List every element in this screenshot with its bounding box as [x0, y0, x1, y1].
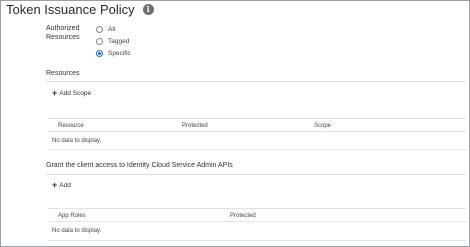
radio-button-all[interactable] — [96, 25, 103, 33]
plus-icon: + — [52, 180, 58, 190]
resources-empty-message: No data to display. — [52, 138, 102, 144]
radio-option-all[interactable]: All — [96, 23, 131, 35]
radio-button-specific[interactable] — [96, 49, 103, 57]
radio-label-tagged: Tagged — [108, 37, 130, 45]
resources-divider — [46, 81, 466, 82]
grant-section-title: Grant the client access to Identity Clou… — [46, 162, 233, 169]
page-title-row: Token Issuance Policy i — [6, 2, 154, 17]
grant-table-header: App Roles Protected — [48, 208, 466, 222]
radio-label-specific: Specific — [108, 49, 131, 57]
grant-empty-message: No data to display. — [52, 228, 102, 234]
page-title: Token Issuance Policy — [6, 2, 135, 17]
resources-section-title: Resources — [46, 70, 80, 77]
resources-table-bottom-line — [48, 149, 466, 150]
radio-option-specific[interactable]: Specific — [96, 47, 131, 59]
radio-option-tagged[interactable]: Tagged — [96, 35, 131, 47]
column-header-scope[interactable]: Scope — [314, 123, 331, 129]
column-header-protected[interactable]: Protected — [230, 213, 256, 219]
column-header-app-roles[interactable]: App Roles — [58, 213, 86, 219]
authorized-label-line1: Authorized — [46, 25, 80, 32]
add-app-role-label: Add — [59, 182, 71, 189]
authorized-resources-label: Authorized Resources — [46, 24, 86, 42]
radio-button-tagged[interactable] — [96, 37, 103, 45]
plus-icon: + — [52, 88, 58, 98]
add-app-role-button[interactable]: + Add — [52, 181, 71, 190]
add-scope-label: Add Scope — [59, 90, 92, 97]
authorized-label-line2: Resources — [46, 34, 80, 41]
column-header-protected[interactable]: Protected — [182, 123, 208, 129]
column-header-resource[interactable]: Resource — [58, 123, 84, 129]
radio-label-all: All — [108, 25, 116, 33]
grant-divider — [46, 174, 466, 175]
add-scope-button[interactable]: + Add Scope — [52, 89, 91, 98]
authorized-resources-radio-group: All Tagged Specific — [96, 23, 131, 59]
info-icon[interactable]: i — [142, 4, 154, 15]
resources-table-header: Resource Protected Scope — [48, 118, 466, 132]
grant-table-bottom-line — [48, 240, 466, 241]
